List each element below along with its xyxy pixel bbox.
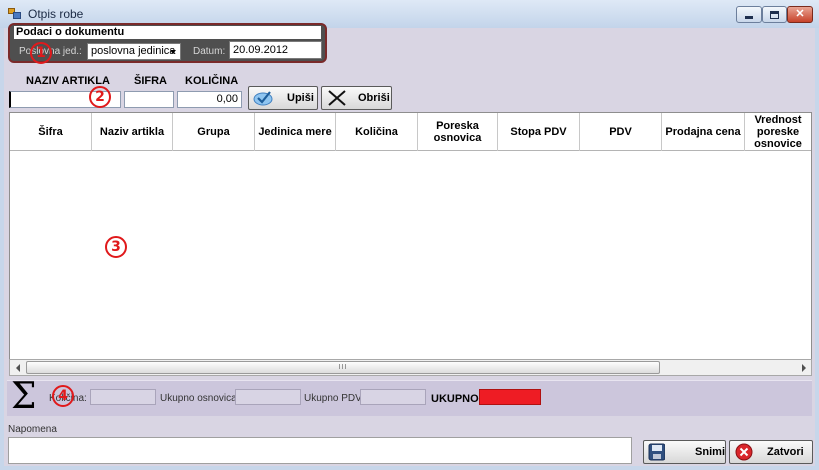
- date-input[interactable]: 20.09.2012: [229, 41, 322, 59]
- close-button-label: Zatvori: [767, 446, 804, 458]
- note-input[interactable]: [8, 437, 632, 464]
- window-close-button[interactable]: ✕: [787, 6, 813, 23]
- cancel-circle-icon: [735, 443, 753, 461]
- close-icon: ✕: [795, 8, 805, 20]
- item-qty-input[interactable]: 0,00: [177, 91, 242, 108]
- column-header-naziv[interactable]: Naziv artikla: [92, 113, 173, 151]
- maximize-icon: [770, 10, 779, 19]
- annotation-marker-2: 2: [89, 86, 111, 108]
- column-header-grupa[interactable]: Grupa: [173, 113, 255, 151]
- save-button-label: Snimi: [695, 446, 725, 458]
- column-header-pdv[interactable]: PDV: [580, 113, 662, 151]
- document-info-header: Podaci o dokumentu: [14, 26, 321, 39]
- annotation-marker-4: 4: [52, 385, 74, 407]
- checkmark-icon: [253, 91, 273, 106]
- column-header-jedinica[interactable]: Jedinica mere: [255, 113, 336, 151]
- item-qty-label: KOLIČINA: [185, 75, 239, 87]
- minimize-button[interactable]: [736, 6, 762, 23]
- save-button[interactable]: Snimi: [643, 440, 726, 464]
- note-label: Napomena: [8, 424, 57, 435]
- business-unit-value: poslovna jedinica 1: [91, 45, 176, 61]
- item-code-label: ŠIFRA: [134, 75, 167, 87]
- otpis-robe-window: Otpis robe ✕ Podaci o dokumentu Poslovna…: [0, 0, 819, 470]
- chevron-down-icon[interactable]: [166, 45, 179, 58]
- items-grid[interactable]: Šifra Naziv artikla Grupa Jedinica mere …: [9, 112, 812, 376]
- close-button[interactable]: Zatvori: [729, 440, 813, 464]
- column-header-sifra[interactable]: Šifra: [10, 113, 92, 151]
- annotation-marker-3: 3: [105, 236, 127, 258]
- maximize-button[interactable]: [762, 6, 787, 23]
- form-client-area: Podaci o dokumentu Poslovna jed.: poslov…: [4, 23, 815, 466]
- column-header-vrednost-poreske-osnovice[interactable]: Vrednost poreske osnovice: [745, 113, 811, 151]
- write-button[interactable]: Upiši: [248, 86, 318, 110]
- scroll-grip: III: [338, 364, 348, 371]
- grand-total-field: [479, 389, 541, 405]
- total-qty-field: [90, 389, 156, 405]
- grid-header: Šifra Naziv artikla Grupa Jedinica mere …: [10, 113, 811, 151]
- delete-button-label: Obriši: [358, 92, 390, 104]
- column-header-prodajna-cena[interactable]: Prodajna cena: [662, 113, 745, 151]
- delete-x-icon: [328, 90, 346, 106]
- write-button-label: Upiši: [287, 92, 314, 104]
- date-label: Datum:: [193, 46, 226, 57]
- total-base-label: Ukupno osnovica:: [160, 393, 240, 404]
- delete-button[interactable]: Obriši: [321, 86, 392, 110]
- scrollbar-thumb[interactable]: III: [26, 361, 660, 374]
- total-vat-label: Ukupno PDV:: [304, 393, 365, 404]
- total-base-field: [235, 389, 301, 405]
- sigma-icon: Σ: [11, 376, 37, 417]
- item-code-input[interactable]: [124, 91, 174, 108]
- window-title: Otpis robe: [28, 7, 84, 21]
- totals-bar: Σ Količina: Ukupno osnovica: Ukupno PDV:…: [7, 376, 812, 417]
- annotation-marker-1: 1: [30, 42, 52, 64]
- column-header-kolicina[interactable]: Količina: [336, 113, 418, 151]
- floppy-disk-icon: [648, 443, 666, 461]
- scroll-right-icon[interactable]: [796, 360, 811, 375]
- horizontal-scrollbar[interactable]: III: [9, 359, 812, 376]
- total-vat-field: [360, 389, 426, 405]
- column-header-stopa-pdv[interactable]: Stopa PDV: [498, 113, 580, 151]
- scroll-left-icon[interactable]: [10, 360, 25, 375]
- minimize-icon: [745, 16, 753, 19]
- app-icon: [8, 8, 22, 19]
- document-info-group: Podaci o dokumentu Poslovna jed.: poslov…: [8, 23, 327, 63]
- grand-total-label: UKUPNO:: [431, 393, 483, 405]
- business-unit-select[interactable]: poslovna jedinica 1: [87, 43, 181, 61]
- column-header-poreska-osnovica[interactable]: Poreska osnovica: [418, 113, 498, 151]
